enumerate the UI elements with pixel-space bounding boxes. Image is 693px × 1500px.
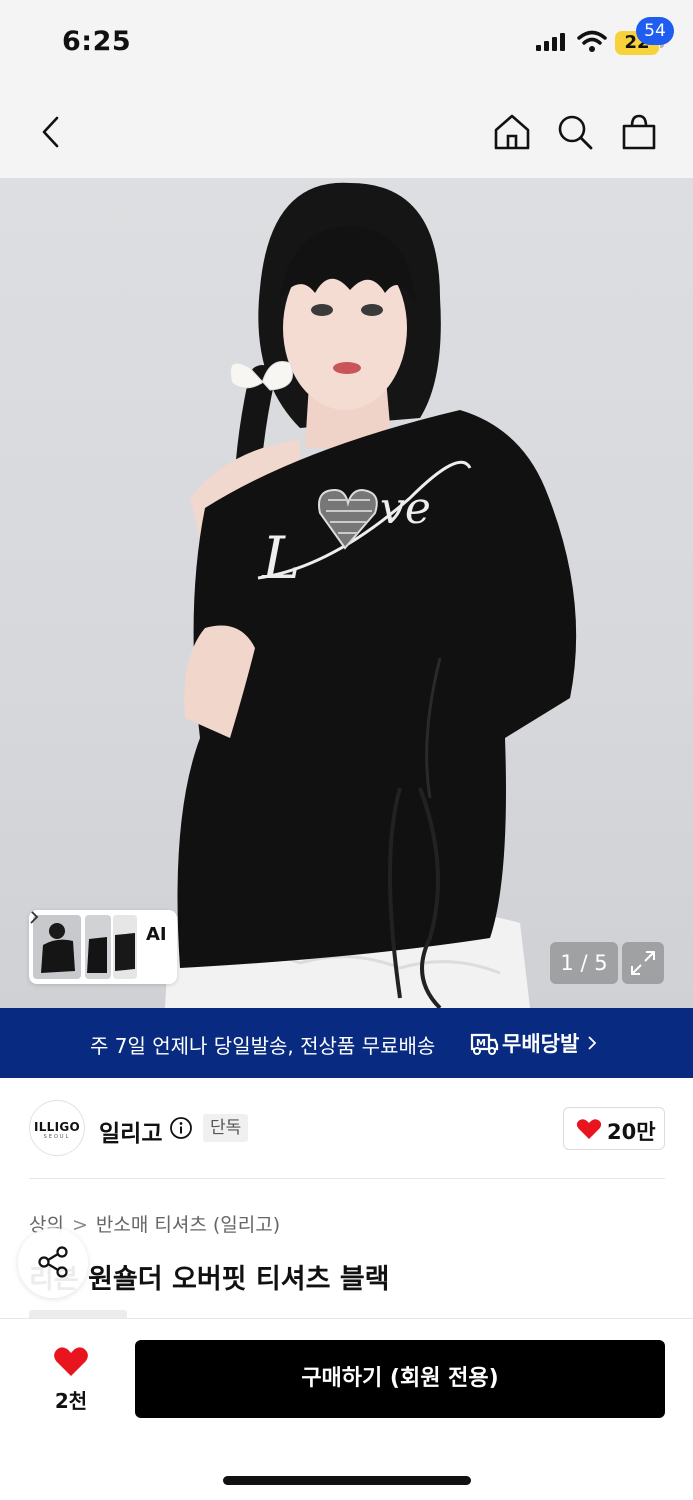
status-bar: 6:25 22 <box>0 0 693 88</box>
breadcrumb-item[interactable]: 반소매 티셔츠 (일리고) <box>96 1214 280 1236</box>
thumbnail-1[interactable] <box>33 915 81 979</box>
banner-text: 주 7일 언제나 당일발송, 전상품 무료배송 <box>90 1034 436 1058</box>
ai-thumbnail-strip[interactable]: AI <box>29 910 177 984</box>
home-indicator <box>223 1476 471 1485</box>
status-time: 6:25 <box>62 26 132 57</box>
back-icon[interactable] <box>30 110 74 154</box>
wishlist-count: 2천 <box>54 1389 88 1413</box>
shipping-banner[interactable]: 주 7일 언제나 당일발송, 전상품 무료배송 M 무배당발 <box>0 1008 693 1078</box>
brand-logo-text: ILLIGO <box>33 1120 81 1134</box>
chevron-right-icon <box>588 1036 597 1050</box>
section-divider <box>29 1178 665 1179</box>
wifi-icon <box>577 30 607 52</box>
expand-button[interactable] <box>622 942 664 984</box>
ai-label: AI <box>146 924 167 945</box>
svg-text:L: L <box>261 524 301 592</box>
brand-logo-sub: SEOUL <box>43 1134 71 1140</box>
search-icon[interactable] <box>553 110 597 154</box>
cell-signal-icon <box>536 33 565 51</box>
brand-like-button[interactable]: 20만 <box>563 1107 665 1150</box>
top-nav-bar <box>0 88 693 178</box>
share-icon <box>38 1246 68 1278</box>
info-icon[interactable] <box>169 1116 193 1140</box>
buy-button[interactable]: 구매하기 (회원 전용) <box>135 1340 665 1418</box>
thumbnail-3[interactable] <box>113 915 137 979</box>
image-counter: 1 / 5 <box>550 942 618 984</box>
share-button[interactable] <box>18 1228 88 1298</box>
brand-logo[interactable]: ILLIGO SEOUL <box>29 1100 85 1156</box>
heart-icon[interactable] <box>53 1346 89 1378</box>
home-icon[interactable] <box>490 110 534 154</box>
breadcrumb-separator: > <box>71 1214 88 1236</box>
expand-icon <box>631 951 655 975</box>
cart-icon[interactable] <box>617 110 661 154</box>
svg-text:ve: ve <box>380 483 431 534</box>
chevron-right-icon <box>30 910 39 924</box>
svg-text:M: M <box>476 1038 486 1049</box>
exclusive-badge: 단독 <box>203 1114 249 1142</box>
brand-like-count: 20만 <box>607 1120 656 1144</box>
banner-logo-text: 무배당발 <box>502 1032 580 1056</box>
product-image-carousel[interactable]: L ve AI 1 / 5 <box>0 178 693 1008</box>
product-photo: L ve <box>165 182 577 1008</box>
thumbnail-2[interactable] <box>85 915 111 979</box>
brand-name[interactable]: 일리고 <box>99 1114 162 1148</box>
heart-icon <box>576 1119 602 1139</box>
cart-count-badge: 54 <box>636 17 674 45</box>
delivery-truck-icon: M <box>470 1033 499 1055</box>
